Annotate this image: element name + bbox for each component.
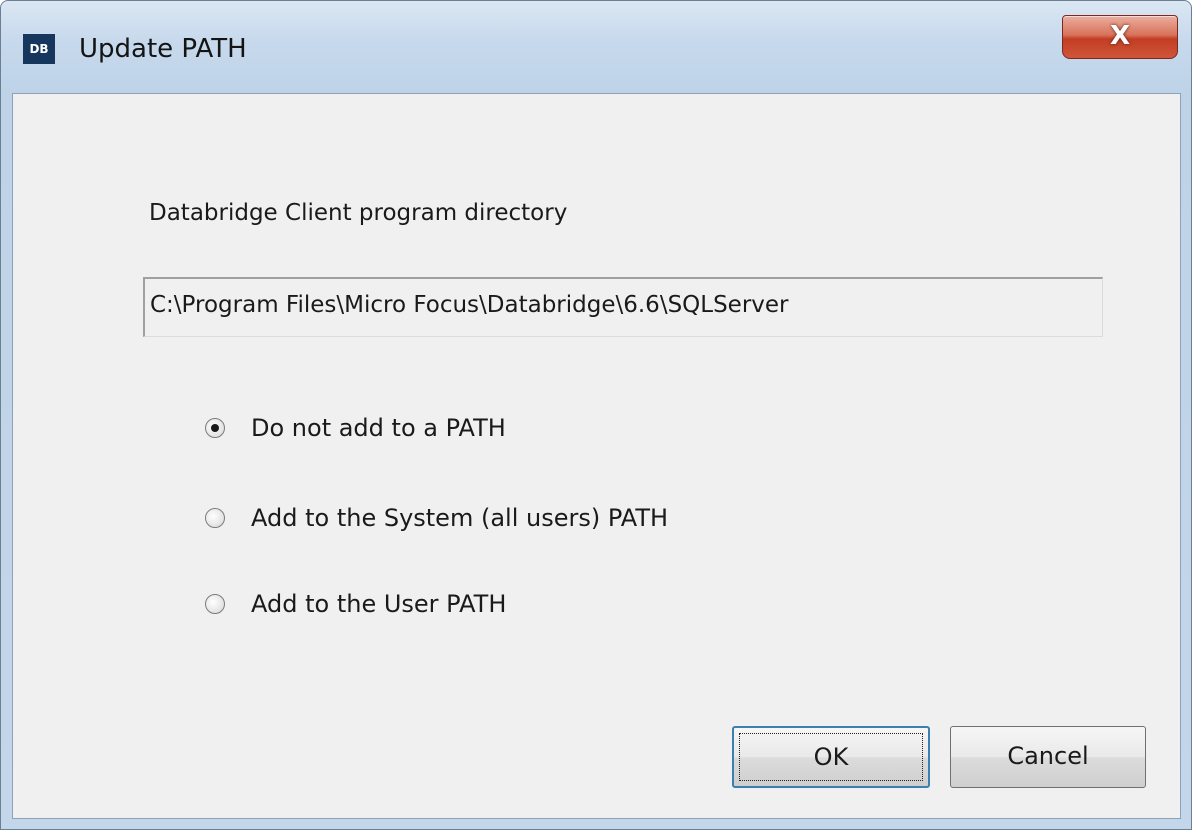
- ok-button-label: OK: [813, 743, 849, 771]
- close-icon: X: [1109, 21, 1131, 51]
- radio-label: Do not add to a PATH: [251, 414, 506, 442]
- db-app-icon: DB: [23, 34, 55, 64]
- radio-icon[interactable]: [205, 418, 225, 438]
- window-title: Update PATH: [79, 34, 247, 64]
- program-directory-label: Databridge Client program directory: [149, 200, 568, 226]
- cancel-button[interactable]: Cancel: [950, 726, 1146, 788]
- radio-user-path[interactable]: Add to the User PATH: [205, 584, 506, 624]
- dialog-body: Databridge Client program directory C:\P…: [12, 93, 1181, 819]
- radio-label: Add to the System (all users) PATH: [251, 504, 669, 532]
- title-bar[interactable]: DB Update PATH X: [1, 1, 1191, 93]
- program-directory-field[interactable]: C:\Program Files\Micro Focus\Databridge\…: [143, 277, 1103, 337]
- radio-system-path[interactable]: Add to the System (all users) PATH: [205, 498, 668, 538]
- radio-label: Add to the User PATH: [251, 590, 507, 618]
- radio-icon[interactable]: [205, 594, 225, 614]
- ok-button[interactable]: OK: [732, 726, 930, 788]
- update-path-dialog: DB Update PATH X Databridge Client progr…: [0, 0, 1192, 830]
- radio-do-not-add[interactable]: Do not add to a PATH: [205, 408, 506, 448]
- close-button[interactable]: X: [1062, 15, 1178, 59]
- radio-icon[interactable]: [205, 508, 225, 528]
